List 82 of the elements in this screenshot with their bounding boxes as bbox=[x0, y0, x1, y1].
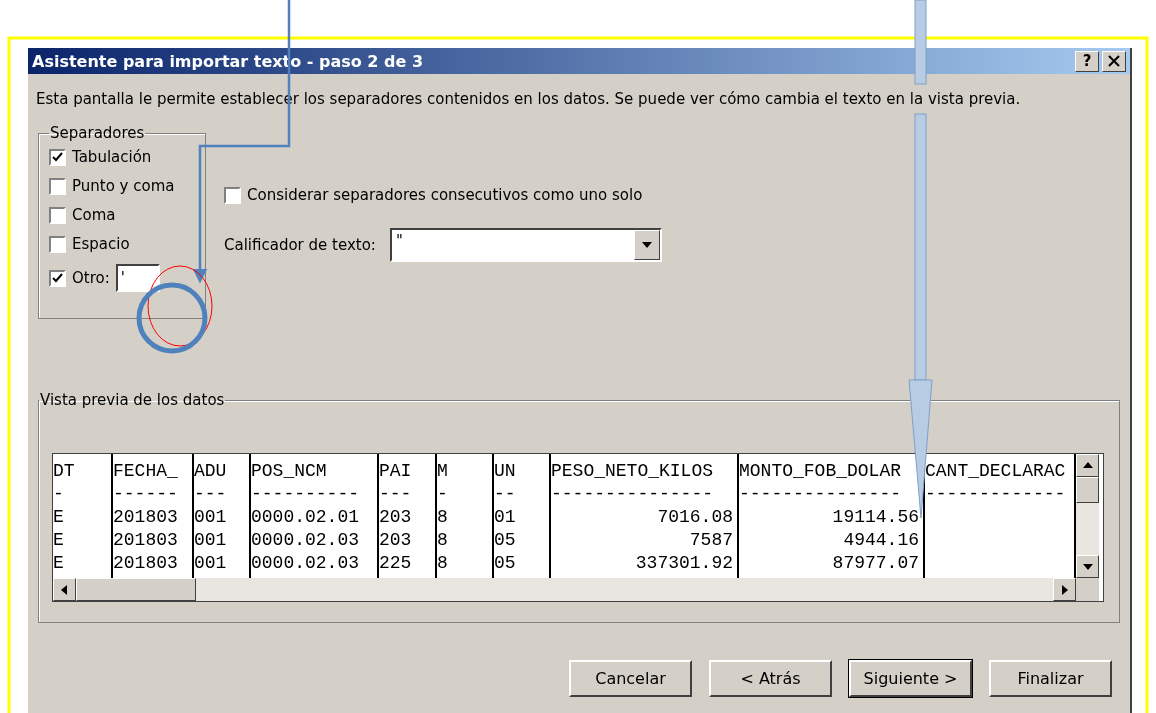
vertical-scrollbar[interactable] bbox=[1076, 454, 1099, 578]
scroll-down-button[interactable] bbox=[1076, 555, 1099, 578]
checkbox[interactable] bbox=[49, 177, 66, 195]
scroll-thumb[interactable] bbox=[1076, 477, 1099, 503]
header-underline: ---------- bbox=[251, 483, 361, 506]
table-cell-text: E bbox=[53, 506, 65, 529]
close-button[interactable] bbox=[1102, 50, 1126, 72]
table-cell-text: 001 bbox=[194, 506, 228, 529]
checkbox[interactable] bbox=[49, 269, 66, 287]
column-header: M bbox=[437, 460, 449, 483]
table-cell-text: 0000.02.01 bbox=[251, 506, 361, 529]
scroll-up-button[interactable] bbox=[1076, 454, 1099, 477]
table-cell-text: E bbox=[53, 552, 65, 575]
scrollbar-corner bbox=[1076, 578, 1099, 601]
header-underline: - bbox=[53, 483, 65, 506]
table-cell-text: E bbox=[53, 529, 65, 552]
checkbox-label: Espacio bbox=[72, 235, 130, 253]
checkbox[interactable] bbox=[49, 148, 66, 166]
column-header: MONTO_FOB_DOLAR bbox=[739, 460, 903, 483]
qualifier-label: Calificador de texto: bbox=[224, 236, 376, 254]
table-cell-text: 19114.56 bbox=[831, 506, 920, 529]
header-underline: --------------- bbox=[739, 483, 903, 506]
dialog-button[interactable]: < Atrás bbox=[709, 660, 832, 697]
group-label: Separadores bbox=[49, 124, 146, 142]
scroll-right-button[interactable] bbox=[1053, 578, 1076, 601]
header-underline: ------ bbox=[113, 483, 179, 506]
qualifier-dropdown[interactable]: " bbox=[389, 228, 662, 262]
checkbox-label: Considerar separadores consecutivos como uno solo bbox=[247, 186, 643, 204]
checkbox-label: Coma bbox=[72, 206, 116, 224]
column-header: FECHA_ bbox=[113, 460, 179, 483]
dialog-button[interactable]: Finalizar bbox=[989, 660, 1112, 697]
column-header: CANT_DECLARAC bbox=[925, 460, 1067, 483]
dialog-button[interactable]: Cancelar bbox=[569, 660, 692, 697]
checkbox[interactable] bbox=[49, 206, 66, 224]
table-cell-text: 225 bbox=[379, 552, 413, 575]
table-cell-text: 8 bbox=[437, 506, 449, 529]
close-icon bbox=[1108, 55, 1120, 67]
window-title: Asistente para importar texto - paso 2 de 3 bbox=[32, 51, 424, 71]
table-cell-text: 87977.07 bbox=[831, 552, 920, 575]
column-header: PAI bbox=[379, 460, 413, 483]
column-header: PESO_NETO_KILOS bbox=[551, 460, 715, 483]
table-cell-text: 201803 bbox=[113, 529, 179, 552]
table-cell-text: 0000.02.03 bbox=[251, 552, 361, 575]
checkbox-label: Otro: bbox=[72, 269, 110, 287]
header-underline: --- bbox=[194, 483, 228, 506]
annotation-circle bbox=[136, 282, 208, 354]
scroll-left-button[interactable] bbox=[53, 578, 76, 601]
table-cell-text: 0000.02.03 bbox=[251, 529, 361, 552]
column-header: ADU bbox=[194, 460, 228, 483]
group-label: Vista previa de los datos bbox=[39, 391, 226, 409]
table-cell-text: 8 bbox=[437, 529, 449, 552]
header-underline: -- bbox=[494, 483, 517, 506]
table-cell-text: 201803 bbox=[113, 552, 179, 575]
table-cell-text: 001 bbox=[194, 552, 228, 575]
header-underline: --- bbox=[379, 483, 413, 506]
table-cell-text: 201803 bbox=[113, 506, 179, 529]
header-underline: --------------- bbox=[551, 483, 715, 506]
header-underline: - bbox=[437, 483, 449, 506]
table-cell-text: 203 bbox=[379, 506, 413, 529]
table-cell-text: 001 bbox=[194, 529, 228, 552]
table-cell-text: 4944.16 bbox=[842, 529, 920, 552]
table-cell-text: 203 bbox=[379, 529, 413, 552]
table-cell-text: 337301.92 bbox=[634, 552, 734, 575]
table-cell-text: 7587 bbox=[688, 529, 734, 552]
checkbox-label: Punto y coma bbox=[72, 177, 175, 195]
table-cell-text: 05 bbox=[494, 529, 517, 552]
checkbox[interactable] bbox=[224, 186, 241, 204]
checkbox[interactable] bbox=[49, 235, 66, 253]
column-header: UN bbox=[494, 460, 517, 483]
table-cell-text: 8 bbox=[437, 552, 449, 575]
column-header: POS_NCM bbox=[251, 460, 328, 483]
dialog-button[interactable]: Siguiente > bbox=[849, 660, 972, 697]
column-header: DT bbox=[53, 460, 76, 483]
scroll-thumb[interactable] bbox=[76, 578, 196, 601]
table-cell-text: 05 bbox=[494, 552, 517, 575]
help-button[interactable]: ? bbox=[1075, 50, 1099, 72]
table-cell-text: 01 bbox=[494, 506, 517, 529]
other-separator-field[interactable]: ' bbox=[115, 264, 160, 292]
table-cell-text: 7016.08 bbox=[656, 506, 734, 529]
horizontal-scrollbar[interactable] bbox=[53, 578, 1076, 601]
header-underline: ------------- bbox=[925, 483, 1067, 506]
checkbox-label: Tabulación bbox=[72, 148, 152, 166]
